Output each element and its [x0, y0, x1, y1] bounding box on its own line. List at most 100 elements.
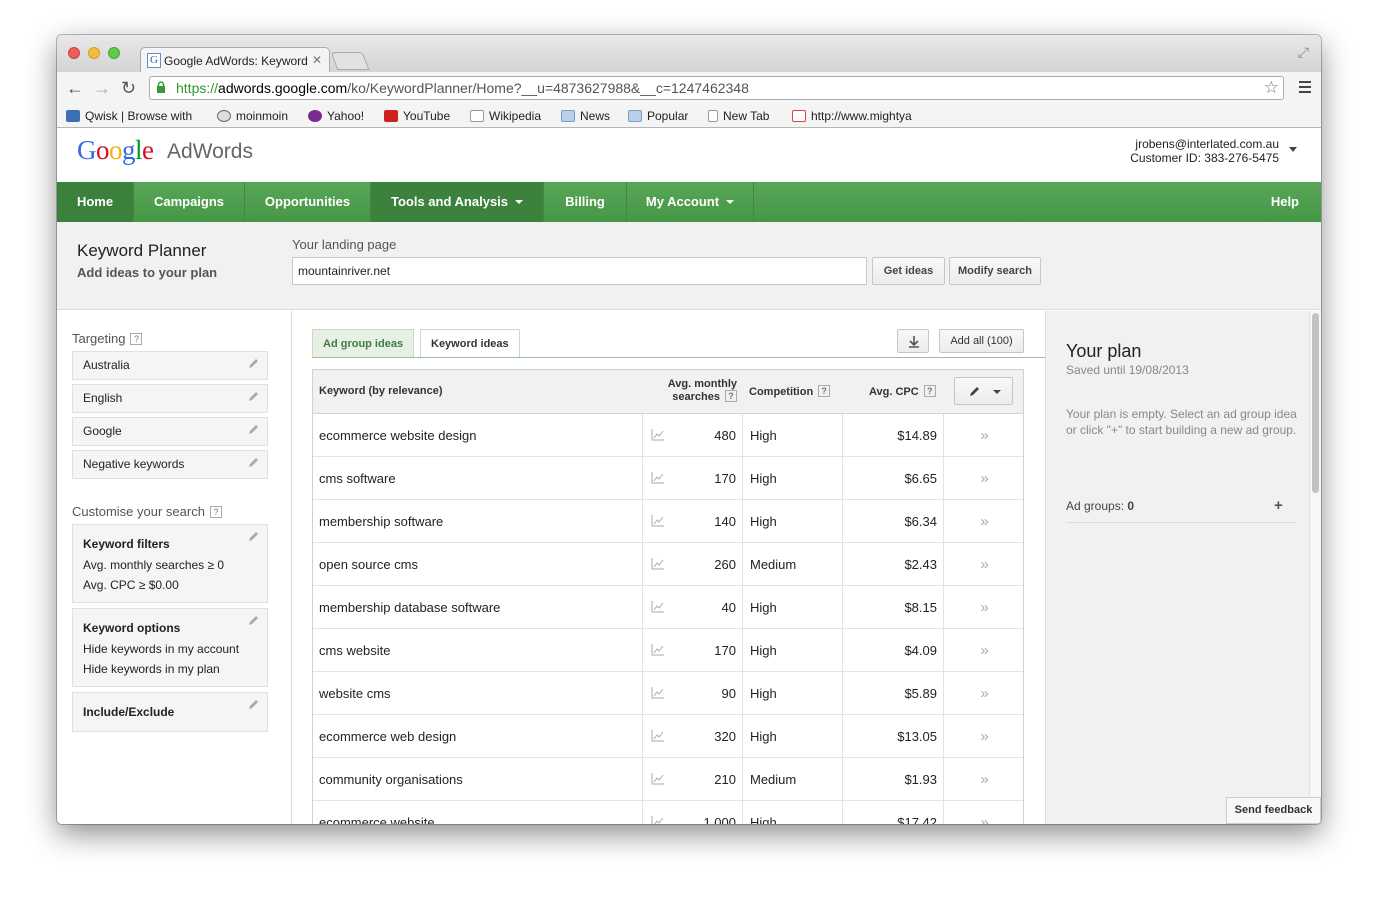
pencil-icon[interactable]	[247, 391, 259, 403]
minimize-window-button[interactable]	[88, 47, 100, 59]
help-question-icon[interactable]: ?	[818, 385, 831, 397]
trend-chart-icon[interactable]	[651, 429, 665, 441]
close-window-button[interactable]	[68, 47, 80, 59]
bookmark-mightya[interactable]: http://www.mightya	[792, 109, 927, 123]
trend-chart-icon[interactable]	[651, 601, 665, 613]
account-info[interactable]: jrobens@interlated.com.au Customer ID: 3…	[1130, 137, 1279, 165]
trend-chart-icon[interactable]	[651, 816, 665, 824]
add-to-plan-icon[interactable]: »	[943, 758, 1025, 801]
bookmark-new-tab[interactable]: New Tab	[708, 109, 769, 123]
keyword-cell[interactable]: open source cms	[319, 543, 639, 586]
nav-my-account[interactable]: My Account	[627, 182, 754, 222]
add-to-plan-icon[interactable]: »	[943, 629, 1025, 672]
get-ideas-button[interactable]: Get ideas	[872, 257, 945, 285]
google-logo[interactable]: Google	[77, 135, 154, 166]
help-question-icon[interactable]: ?	[130, 333, 143, 345]
nav-opportunities[interactable]: Opportunities	[245, 182, 371, 222]
modify-search-button[interactable]: Modify search	[949, 257, 1041, 285]
pencil-icon[interactable]	[247, 699, 259, 711]
trend-chart-icon[interactable]	[651, 644, 665, 656]
zoom-window-button[interactable]	[108, 47, 120, 59]
pencil-icon[interactable]	[247, 457, 259, 469]
keyword-cell[interactable]: ecommerce website	[319, 801, 639, 824]
bookmark-wikipedia[interactable]: Wikipedia	[470, 109, 541, 123]
keyword-cell[interactable]: ecommerce web design	[319, 715, 639, 758]
forward-arrow-icon[interactable]: →	[93, 78, 111, 99]
add-to-plan-icon[interactable]: »	[943, 715, 1025, 758]
add-to-plan-icon[interactable]: »	[943, 500, 1025, 543]
bookmark-popular[interactable]: Popular	[628, 109, 688, 123]
pencil-icon[interactable]	[247, 358, 259, 370]
keyword-cell[interactable]: membership database software	[319, 586, 639, 629]
add-to-plan-icon[interactable]: »	[943, 801, 1025, 824]
add-to-plan-icon[interactable]: »	[943, 457, 1025, 500]
plan-empty-message: Your plan is empty. Select an ad group i…	[1066, 407, 1297, 437]
help-question-icon[interactable]: ?	[209, 506, 222, 518]
address-bar[interactable]: https://adwords.google.com/ko/KeywordPla…	[149, 76, 1284, 100]
bookmark-qwisk[interactable]: Qwisk | Browse with	[66, 109, 198, 123]
tab-close-icon[interactable]: ✕	[312, 53, 322, 67]
targeting-language[interactable]: English	[72, 384, 268, 413]
add-to-plan-icon[interactable]: »	[943, 543, 1025, 586]
col-competition[interactable]: Competition?	[749, 385, 831, 398]
reload-icon[interactable]: ↻	[121, 78, 136, 99]
targeting-location[interactable]: Australia	[72, 351, 268, 380]
help-question-icon[interactable]: ?	[923, 385, 936, 397]
bookmark-youtube[interactable]: YouTube	[384, 109, 450, 123]
pencil-icon[interactable]	[247, 615, 259, 627]
trend-chart-icon[interactable]	[651, 687, 665, 699]
bookmark-yahoo[interactable]: Yahoo!	[308, 109, 364, 123]
bookmark-star-icon[interactable]: ☆	[1264, 77, 1279, 99]
chrome-menu-icon[interactable]	[1299, 81, 1311, 93]
page-scrollbar[interactable]	[1309, 311, 1321, 824]
trend-chart-icon[interactable]	[651, 730, 665, 742]
browser-tab[interactable]: G Google AdWords: Keyword ✕	[140, 47, 330, 73]
searches-cell: 480	[714, 428, 736, 443]
account-caret-icon[interactable]	[1289, 147, 1297, 152]
add-ad-group-plus-icon[interactable]: +	[1274, 497, 1283, 514]
targeting-negative-keywords[interactable]: Negative keywords	[72, 450, 268, 479]
trend-chart-icon[interactable]	[651, 773, 665, 785]
keyword-options-box[interactable]: Keyword options Hide keywords in my acco…	[72, 608, 268, 687]
tab-keyword-ideas[interactable]: Keyword ideas	[420, 329, 520, 358]
bookmark-moinmoin[interactable]: moinmoin	[217, 109, 288, 123]
include-exclude-box[interactable]: Include/Exclude	[72, 692, 268, 732]
add-to-plan-icon[interactable]: »	[943, 414, 1025, 457]
send-feedback-button[interactable]: Send feedback	[1226, 797, 1321, 824]
bookmark-news[interactable]: News	[561, 109, 610, 123]
col-avg-monthly-searches[interactable]: Avg. monthly searches?	[653, 378, 737, 403]
keyword-cell[interactable]: website cms	[319, 672, 639, 715]
keyword-cell[interactable]: cms website	[319, 629, 639, 672]
column-edit-button[interactable]	[954, 377, 1013, 405]
nav-tools[interactable]: Tools and Analysis	[371, 182, 544, 222]
pencil-icon[interactable]	[247, 531, 259, 543]
fullscreen-icon[interactable]: ⤢	[1298, 44, 1309, 61]
keyword-cell[interactable]: cms software	[319, 457, 639, 500]
nav-billing[interactable]: Billing	[544, 182, 627, 222]
landing-page-input[interactable]: mountainriver.net	[292, 257, 867, 285]
help-question-icon[interactable]: ?	[725, 390, 737, 402]
scrollbar-thumb[interactable]	[1312, 313, 1319, 493]
trend-chart-icon[interactable]	[651, 472, 665, 484]
download-button[interactable]	[897, 329, 929, 353]
nav-help[interactable]: Help	[1271, 182, 1299, 222]
trend-chart-icon[interactable]	[651, 558, 665, 570]
keyword-cell[interactable]: membership software	[319, 500, 639, 543]
tab-ad-group-ideas[interactable]: Ad group ideas	[312, 329, 415, 357]
nav-home[interactable]: Home	[57, 182, 134, 222]
searches-cell: 1,000	[703, 815, 736, 824]
trend-chart-icon[interactable]	[651, 515, 665, 527]
pencil-icon[interactable]	[247, 424, 259, 436]
col-keyword[interactable]: Keyword (by relevance)	[319, 385, 443, 397]
targeting-network[interactable]: Google	[72, 417, 268, 446]
add-to-plan-icon[interactable]: »	[943, 586, 1025, 629]
keyword-cell[interactable]: ecommerce website design	[319, 414, 639, 457]
nav-campaigns[interactable]: Campaigns	[134, 182, 245, 222]
keyword-cell[interactable]: community organisations	[319, 758, 639, 801]
new-tab-button[interactable]	[330, 52, 370, 70]
keyword-filters-box[interactable]: Keyword filters Avg. monthly searches ≥ …	[72, 524, 268, 603]
col-avg-cpc[interactable]: Avg. CPC?	[869, 385, 936, 398]
back-arrow-icon[interactable]: ←	[66, 78, 84, 99]
add-all-button[interactable]: Add all (100)	[939, 329, 1024, 353]
add-to-plan-icon[interactable]: »	[943, 672, 1025, 715]
